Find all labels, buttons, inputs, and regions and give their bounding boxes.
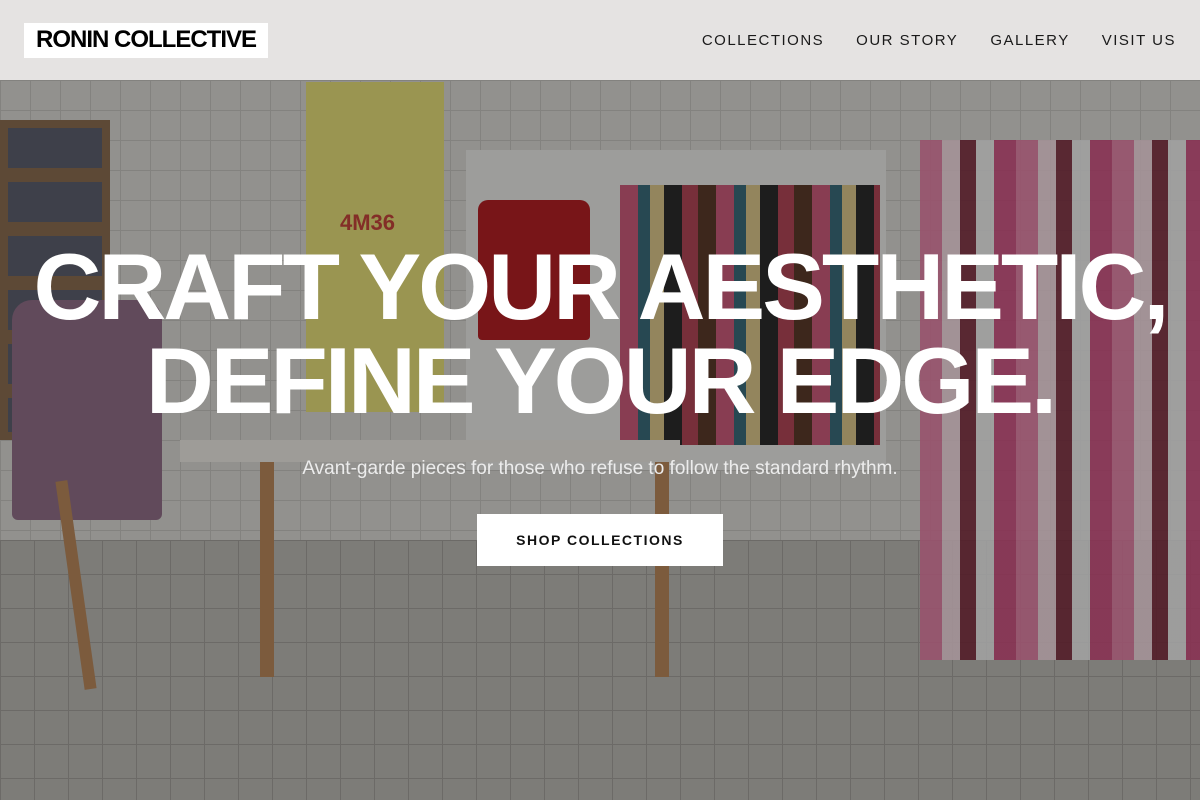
site-header: RONIN COLLECTIVE COLLECTIONS OUR STORY G… (0, 0, 1200, 80)
nav-link-our-story[interactable]: OUR STORY (856, 32, 958, 49)
brand-logo[interactable]: RONIN COLLECTIVE (24, 22, 269, 58)
nav-link-gallery[interactable]: GALLERY (990, 32, 1069, 49)
nav-link-collections[interactable]: COLLECTIONS (702, 32, 824, 49)
headline-line-1: CRAFT YOUR AESTHETIC, (33, 234, 1170, 339)
hero-section: RONIN COLLECTIVE COLLECTIONS OUR STORY G… (0, 0, 1200, 800)
main-nav: COLLECTIONS OUR STORY GALLERY VISIT US (702, 32, 1176, 49)
hero-subtitle: Avant-garde pieces for those who refuse … (302, 458, 898, 479)
hero-headline: CRAFT YOUR AESTHETIC, DEFINE YOUR EDGE. (0, 240, 1200, 428)
shop-collections-button[interactable]: SHOP COLLECTIONS (477, 514, 723, 566)
hero-content: CRAFT YOUR AESTHETIC, DEFINE YOUR EDGE. … (0, 240, 1200, 566)
headline-line-2: DEFINE YOUR EDGE. (145, 328, 1057, 433)
nav-link-visit-us[interactable]: VISIT US (1102, 32, 1176, 49)
